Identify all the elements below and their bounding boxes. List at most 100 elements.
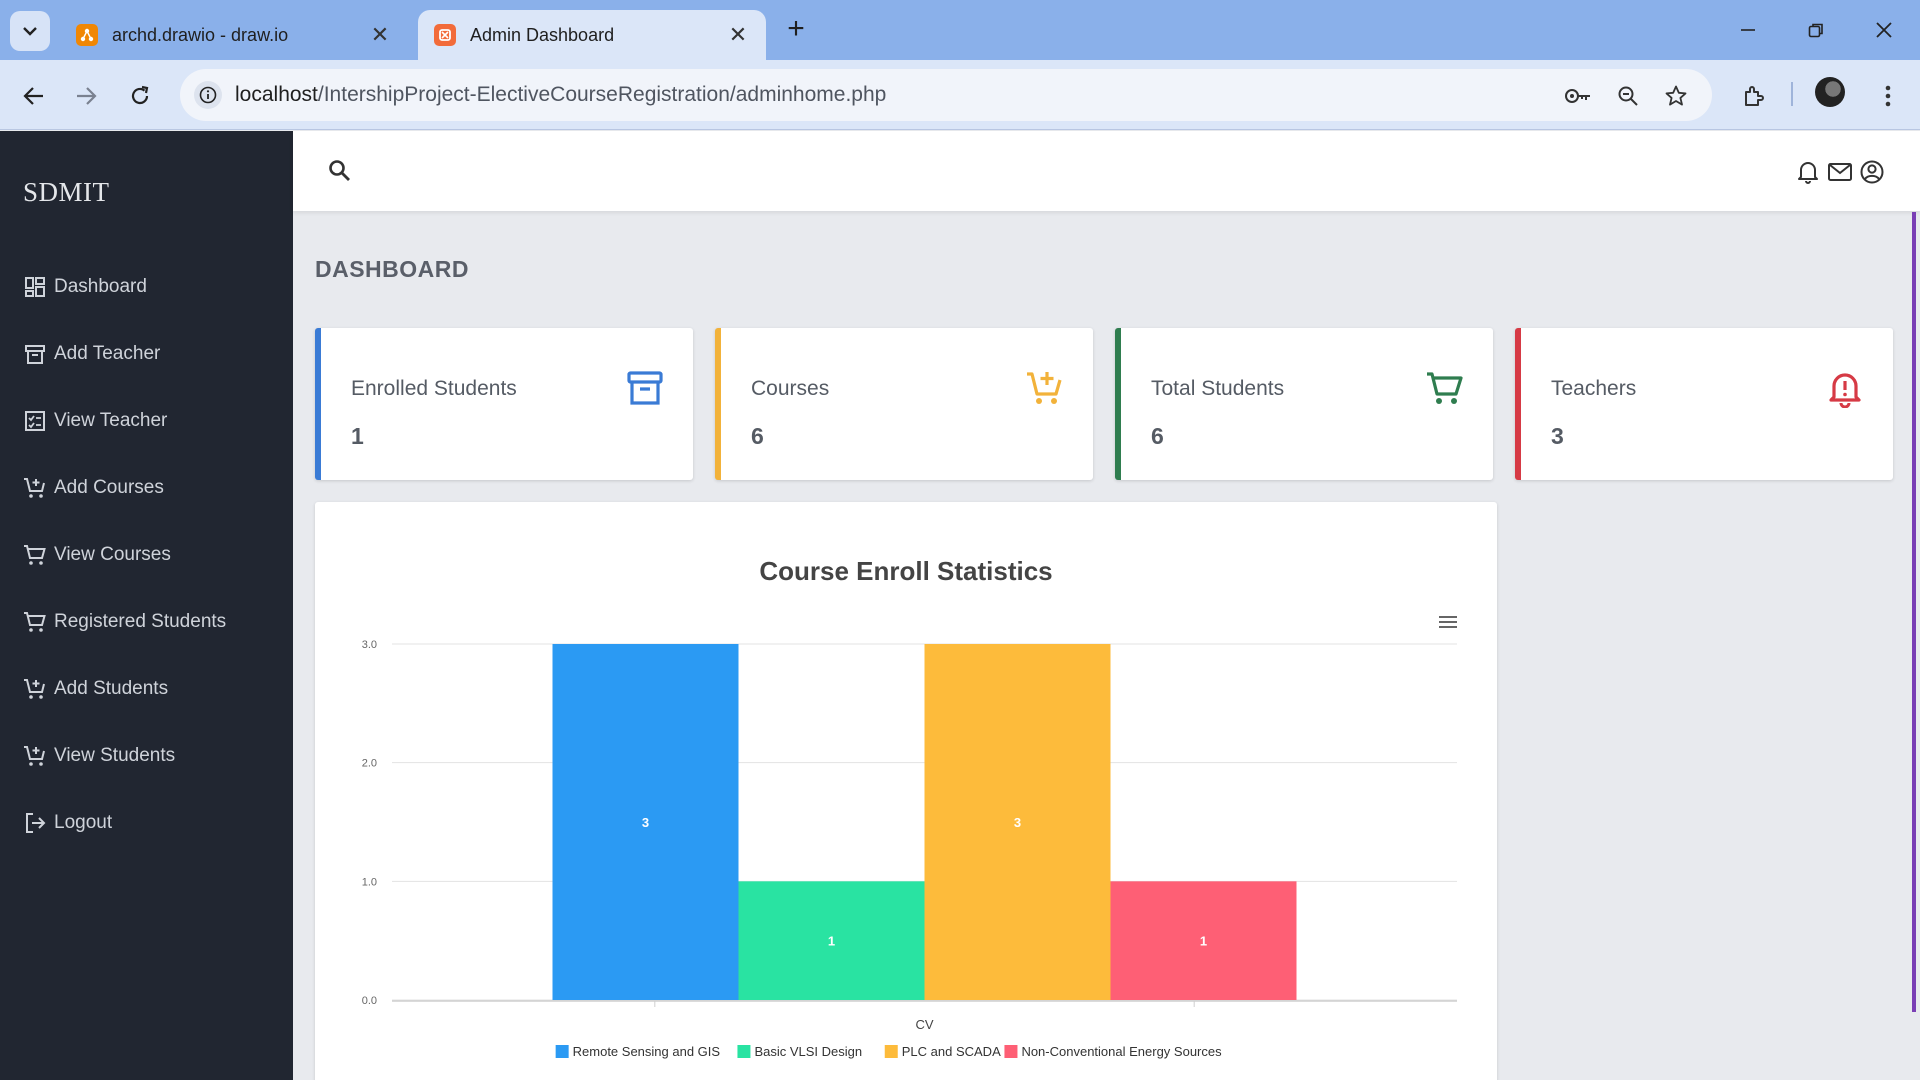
more-vertical-icon <box>1885 85 1891 107</box>
sidebar-item-view-students[interactable]: View Students <box>22 736 282 776</box>
user-circle-icon[interactable] <box>1859 159 1885 185</box>
tab-search-button[interactable] <box>10 11 50 51</box>
y-tick-label: 3.0 <box>362 639 377 651</box>
legend-swatch <box>737 1045 751 1058</box>
data-label: 3 <box>1014 815 1021 830</box>
legend-label: Remote Sensing and GIS <box>573 1044 721 1059</box>
sidebar-item-label: Logout <box>54 812 113 833</box>
chart-panel: Course Enroll Statistics 0.0 1.0 2.0 3.0 3 1 3… <box>315 502 1497 1080</box>
data-label: 3 <box>642 815 649 830</box>
cart-icon <box>22 609 48 635</box>
arrow-right-icon <box>77 87 97 105</box>
sidebar-item-label: Registered Students <box>54 611 227 632</box>
minimize-icon <box>1741 29 1755 31</box>
sidebar-item-label: View Students <box>54 745 176 766</box>
sidebar-item-view-teacher[interactable]: View Teacher <box>22 401 282 441</box>
cart-plus-icon <box>1027 372 1062 404</box>
browser-tab-admin-dashboard[interactable]: Admin Dashboard ✕ <box>418 10 766 60</box>
sidebar-item-logout[interactable]: Logout <box>22 803 282 843</box>
password-key-icon[interactable] <box>1564 82 1592 110</box>
cart-icon <box>1427 372 1463 404</box>
y-tick-label: 0.0 <box>362 995 377 1007</box>
sidebar: SDMIT Dashboard Add Teacher View Teacher… <box>0 131 293 1080</box>
checklist-icon <box>22 408 48 434</box>
sidebar-item-add-teacher[interactable]: Add Teacher <box>22 334 282 374</box>
y-tick-label: 1.0 <box>362 876 377 888</box>
legend-swatch <box>884 1045 898 1058</box>
close-icon[interactable]: ✕ <box>368 22 392 48</box>
logout-icon <box>22 810 48 836</box>
search-icon[interactable] <box>327 158 353 184</box>
bell-icon[interactable] <box>1795 159 1821 185</box>
archive-icon <box>627 371 663 405</box>
forward-button[interactable] <box>66 76 106 116</box>
xampp-icon <box>434 24 456 46</box>
data-label: 1 <box>828 934 835 949</box>
url-path: /IntershipProject-ElectiveCourseRegistra… <box>317 83 887 106</box>
stat-card-value: 6 <box>1151 423 1164 449</box>
drawio-icon <box>76 24 98 46</box>
stat-card-label: Enrolled Students <box>351 377 517 400</box>
sidebar-item-add-courses[interactable]: Add Courses <box>22 468 282 508</box>
restore-icon <box>1808 23 1823 38</box>
minimize-button[interactable] <box>1720 12 1776 48</box>
stat-card-courses[interactable]: Courses 6 <box>715 328 1093 480</box>
stat-card-value: 3 <box>1551 423 1564 449</box>
sidebar-item-label: View Teacher <box>54 410 168 431</box>
page-title: DASHBOARD <box>315 256 469 282</box>
sidebar-item-label: Dashboard <box>54 276 147 297</box>
legend-label: PLC and SCADA <box>902 1044 1001 1059</box>
sidebar-item-view-courses[interactable]: View Courses <box>22 535 282 575</box>
tab-title: Admin Dashboard <box>470 24 615 45</box>
close-icon[interactable]: ✕ <box>726 22 750 48</box>
chrome-menu-button[interactable] <box>1868 76 1908 116</box>
bar-chart: 0.0 1.0 2.0 3.0 3 1 3 1 CV Remote Sensing and GIS… <box>362 639 1457 1059</box>
tab-title: archd.drawio - draw.io <box>112 24 289 45</box>
legend-swatch <box>555 1045 569 1058</box>
sidebar-item-dashboard[interactable]: Dashboard <box>22 267 282 307</box>
sidebar-item-add-students[interactable]: Add Students <box>22 669 282 709</box>
mail-icon[interactable] <box>1827 159 1853 185</box>
stat-card-total-students[interactable]: Total Students 6 <box>1115 328 1493 480</box>
url-text: localhost/IntershipProject-ElectiveCours… <box>235 83 886 107</box>
sidebar-item-label: Add Students <box>54 678 169 699</box>
close-icon <box>1876 22 1892 38</box>
new-tab-button[interactable]: + <box>780 14 812 46</box>
top-header <box>293 131 1920 211</box>
back-button[interactable] <box>14 76 54 116</box>
stat-card-teachers[interactable]: Teachers 3 <box>1515 328 1893 480</box>
address-bar[interactable]: localhost/IntershipProject-ElectiveCours… <box>180 69 1712 121</box>
sidebar-item-label: Add Courses <box>54 477 164 498</box>
browser-tab-drawio[interactable]: archd.drawio - draw.io ✕ <box>60 10 408 60</box>
puzzle-icon <box>1745 86 1764 106</box>
stat-card-enrolled-students[interactable]: Enrolled Students 1 <box>315 328 693 480</box>
sidebar-item-registered-students[interactable]: Registered Students <box>22 602 282 642</box>
page-scrollbar[interactable] <box>1912 212 1916 1012</box>
y-tick-label: 2.0 <box>362 758 377 770</box>
reload-button[interactable] <box>120 76 160 116</box>
profile-avatar[interactable] <box>1815 77 1845 107</box>
chevron-down-icon <box>23 27 37 36</box>
site-info-icon[interactable] <box>194 81 222 109</box>
stat-card-label: Total Students <box>1151 377 1285 400</box>
brand-logo-text[interactable]: SDMIT <box>23 177 110 208</box>
cart-icon <box>22 542 48 568</box>
reload-icon <box>131 85 149 105</box>
bookmark-star-icon[interactable] <box>1662 82 1690 110</box>
restore-button[interactable] <box>1788 12 1844 48</box>
url-host: localhost <box>235 83 318 106</box>
cart-plus-icon <box>22 743 48 769</box>
legend-label: Non-Conventional Energy Sources <box>1021 1044 1222 1059</box>
stat-card-label: Courses <box>751 377 830 400</box>
zoom-icon[interactable] <box>1614 82 1642 110</box>
data-label: 1 <box>1200 934 1207 949</box>
extensions-button[interactable] <box>1734 76 1774 116</box>
archive-icon <box>22 341 48 367</box>
x-tick-label: CV <box>915 1017 933 1032</box>
window-close-button[interactable] <box>1856 12 1912 48</box>
stat-card-label: Teachers <box>1551 377 1637 400</box>
toolbar-divider <box>1791 82 1793 106</box>
stat-card-value: 6 <box>751 423 764 449</box>
arrow-left-icon <box>23 87 43 105</box>
bell-alert-icon <box>1829 373 1861 408</box>
